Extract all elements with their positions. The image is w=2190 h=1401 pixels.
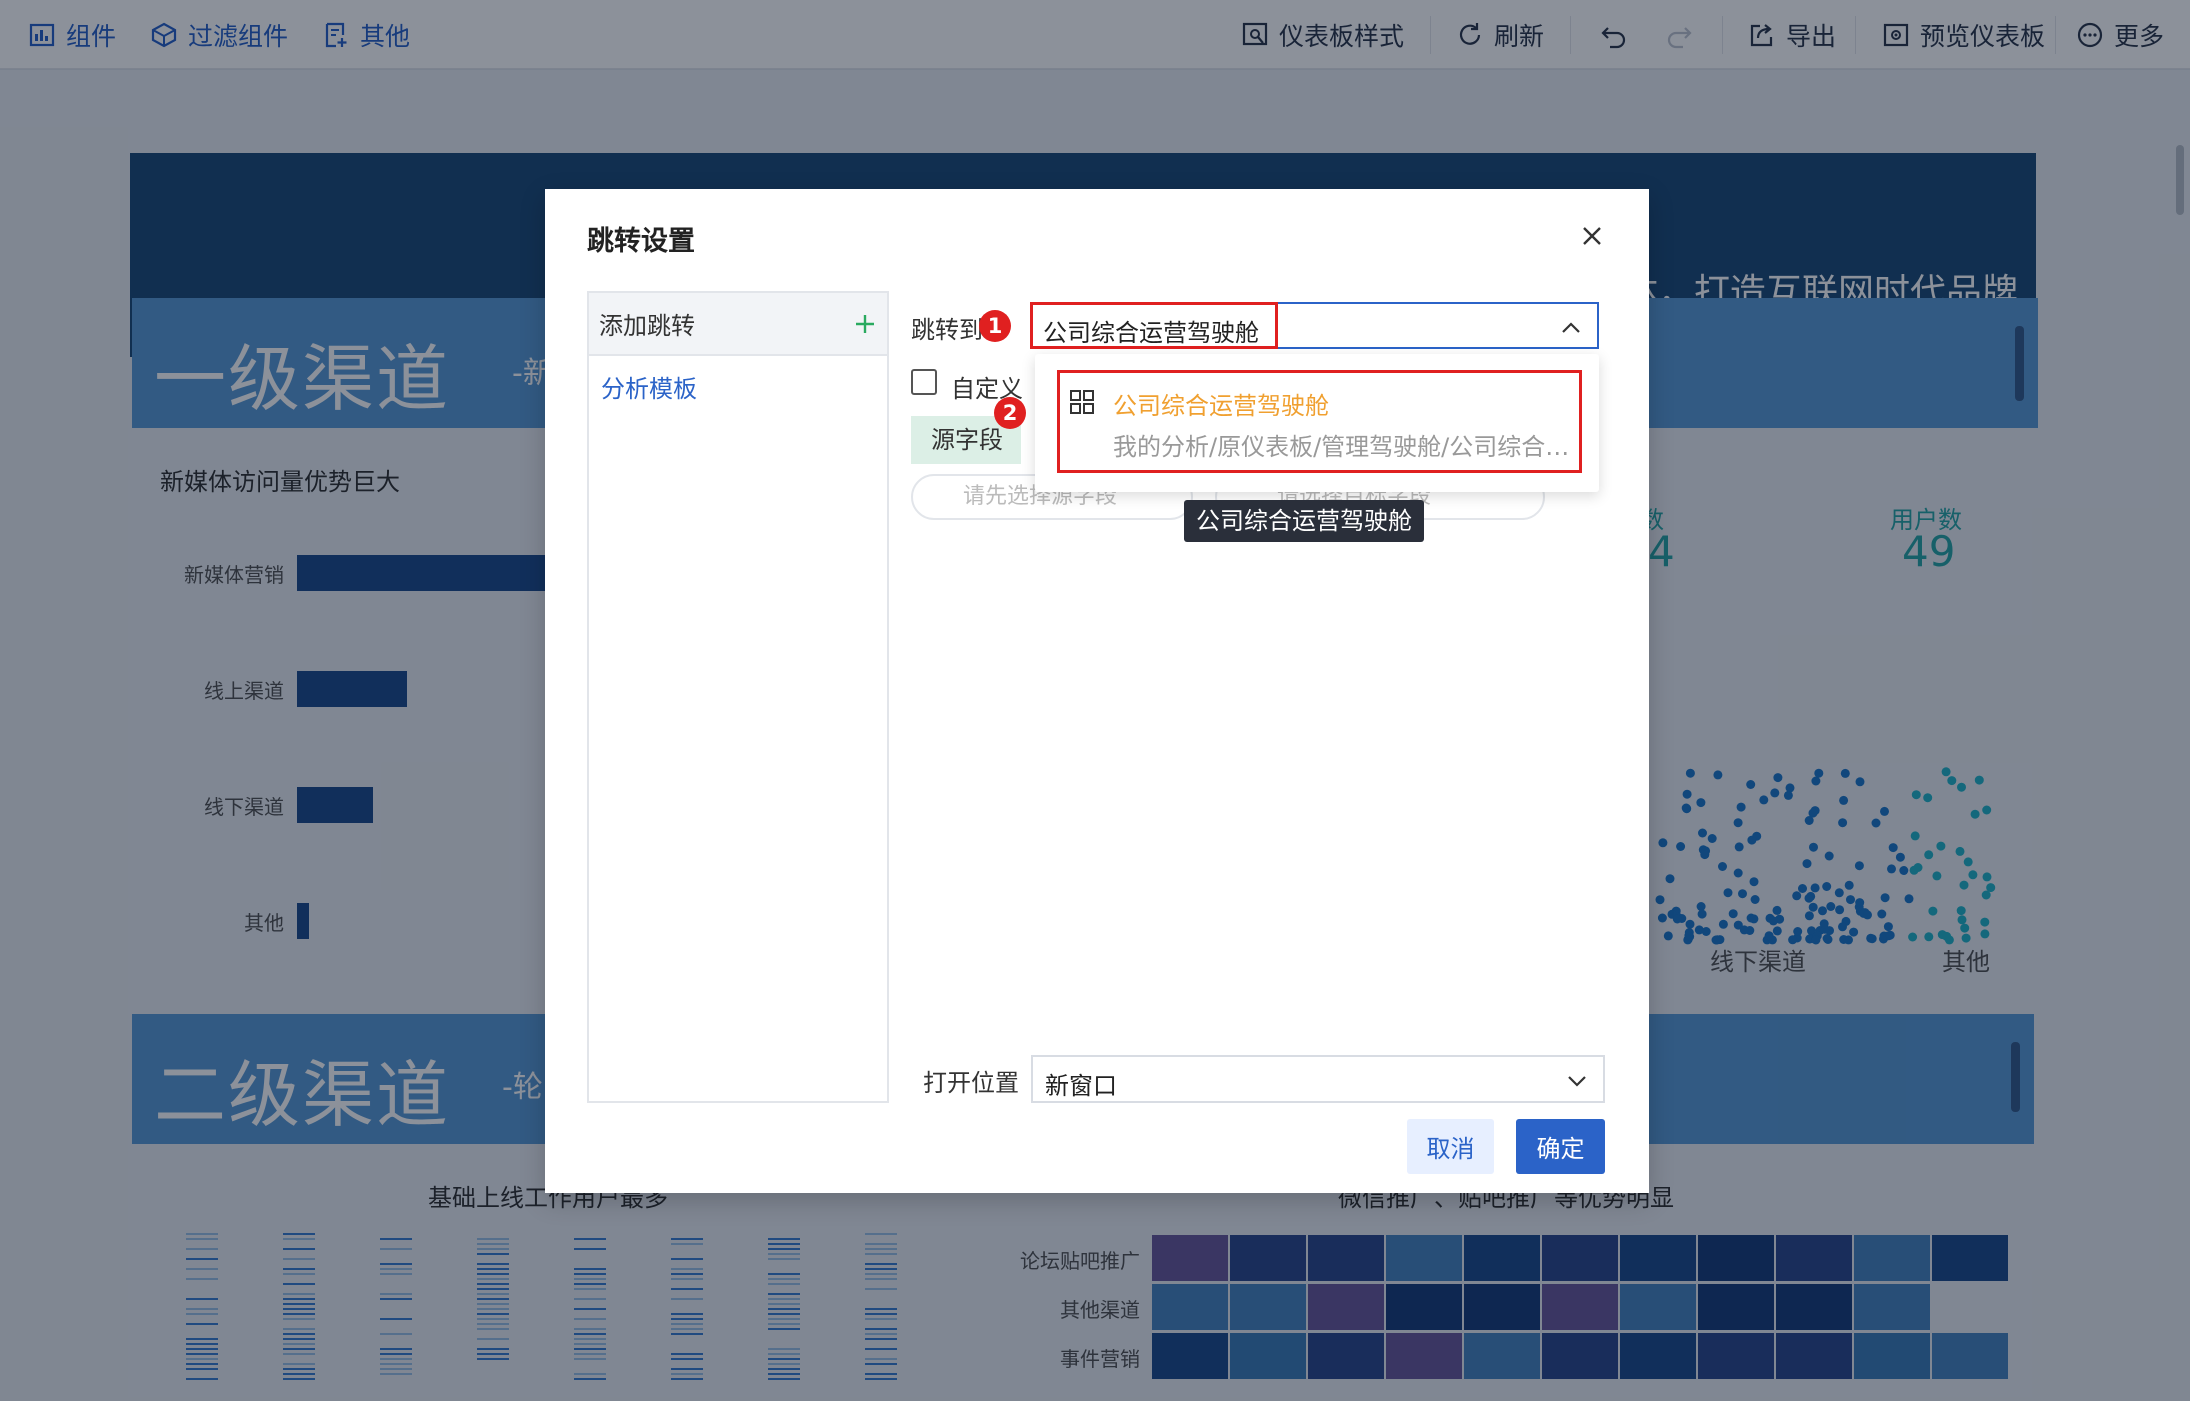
open-position-select[interactable]: 新窗口: [1031, 1055, 1605, 1103]
jump-list-panel: 添加跳转 分析模板: [587, 291, 889, 1103]
option-tooltip: 公司综合运营驾驶舱: [1184, 500, 1424, 542]
jump-item-analysis-template[interactable]: 分析模板: [589, 356, 887, 422]
dropdown-option-name[interactable]: 公司综合运营驾驶舱: [1113, 386, 1329, 421]
close-icon[interactable]: [1577, 221, 1607, 251]
open-position-label: 打开位置: [923, 1069, 1019, 1097]
dashboard-grid-icon: [1070, 390, 1094, 414]
chevron-down-icon[interactable]: [1565, 1069, 1589, 1093]
highlight-box-1: [1030, 302, 1278, 349]
cancel-button[interactable]: 取消: [1407, 1119, 1494, 1174]
step-badge-2: 2: [994, 397, 1026, 429]
chevron-up-icon[interactable]: [1559, 316, 1583, 340]
add-jump-label: 添加跳转: [599, 312, 695, 340]
open-position-value: 新窗口: [1045, 1072, 1117, 1100]
add-jump-plus-icon[interactable]: [853, 312, 877, 336]
jump-to-label: 跳转到: [911, 316, 983, 344]
step-badge-1: 1: [979, 310, 1011, 342]
custom-checkbox[interactable]: [911, 369, 937, 395]
ok-button[interactable]: 确定: [1516, 1119, 1605, 1174]
dropdown-option-path: 我的分析/原仪表板/管理驾驶舱/公司综合…: [1113, 433, 1570, 461]
dialog-title: 跳转设置: [587, 226, 695, 257]
jump-list-header: 添加跳转: [589, 293, 887, 356]
jump-settings-dialog: 跳转设置 添加跳转 分析模板 跳转到 公司综合运营驾驶舱 1 自定义 源字段 请…: [545, 189, 1649, 1193]
